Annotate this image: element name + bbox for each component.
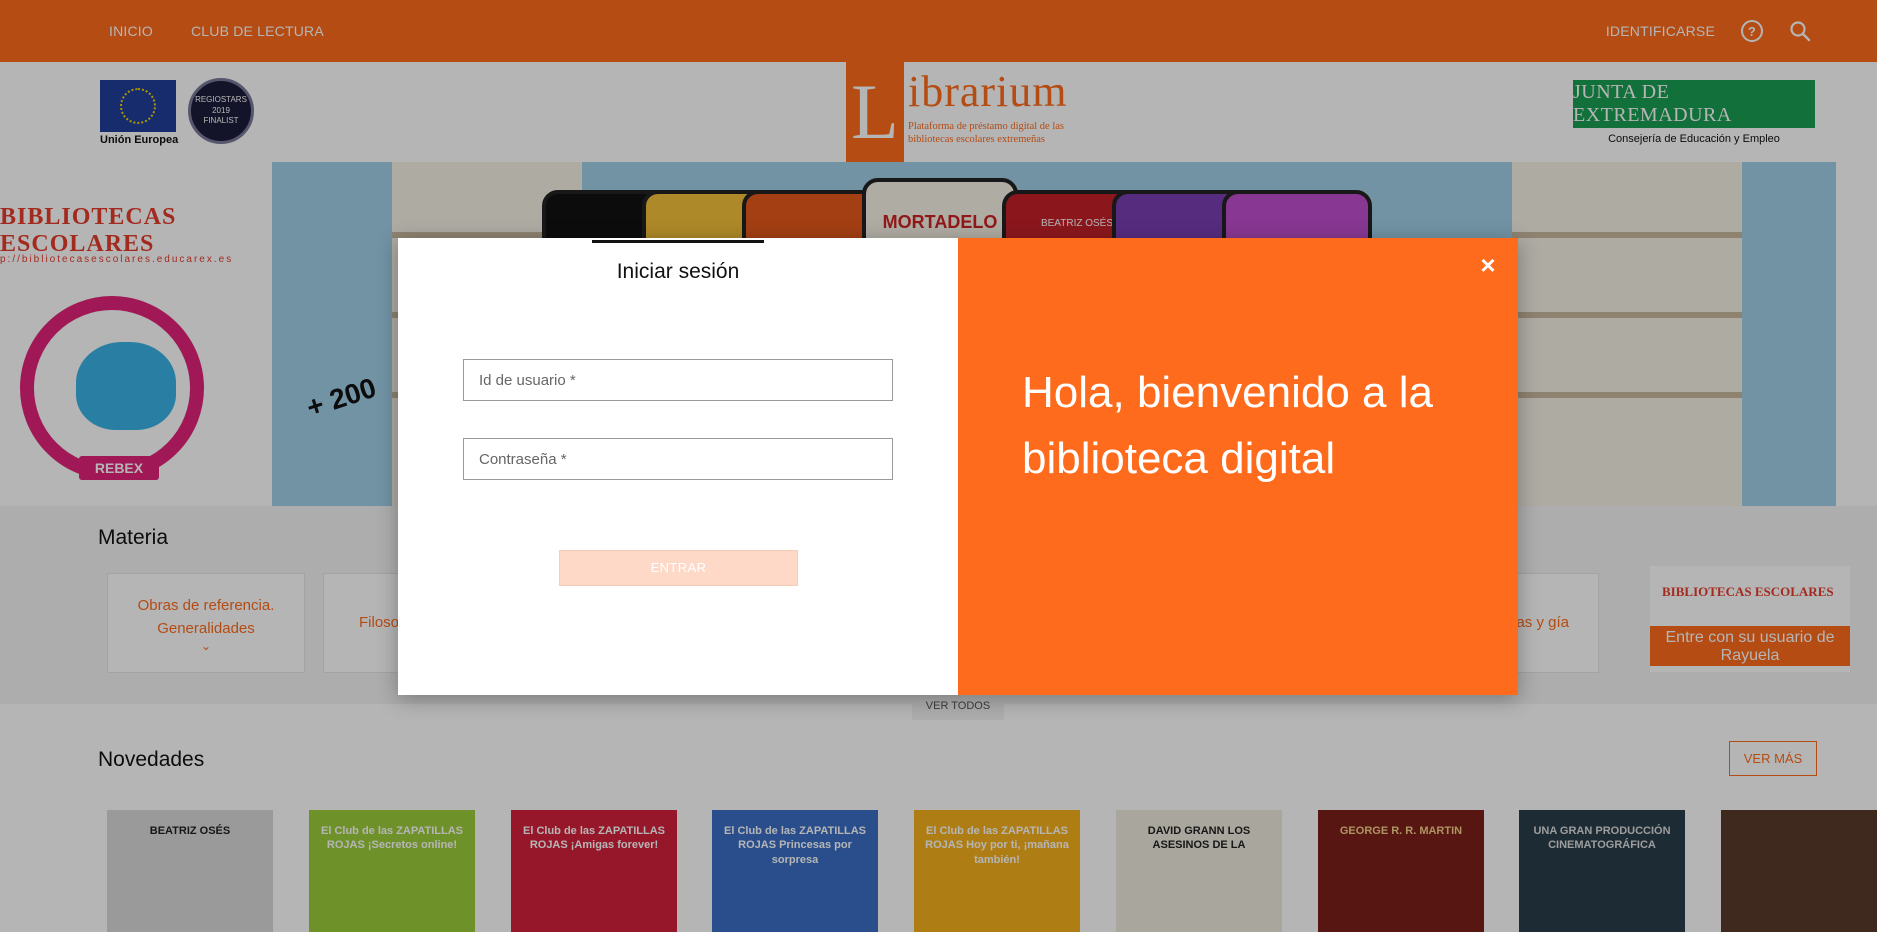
login-form-panel: Iniciar sesión ENTRAR [398, 238, 958, 695]
modal-title[interactable]: Iniciar sesión [398, 260, 958, 284]
active-tab-indicator [592, 240, 764, 243]
entrar-button[interactable]: ENTRAR [559, 550, 798, 586]
password-field[interactable] [463, 438, 893, 480]
welcome-panel: × Hola, bienvenido a la biblioteca digit… [958, 238, 1518, 695]
user-id-field[interactable] [463, 359, 893, 401]
welcome-message: Hola, bienvenido a la biblioteca digital [1022, 368, 1433, 483]
close-icon[interactable]: × [1475, 252, 1501, 278]
login-modal: Iniciar sesión ENTRAR × Hola, bienvenido… [398, 238, 1518, 695]
